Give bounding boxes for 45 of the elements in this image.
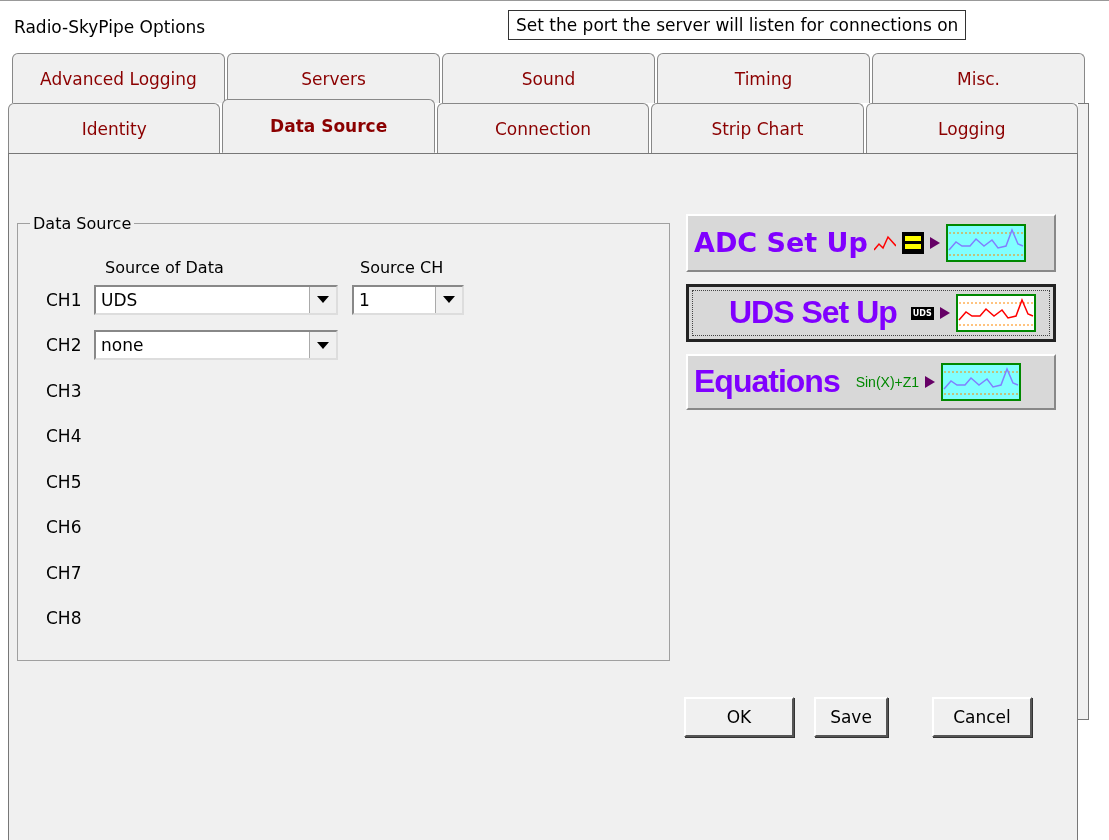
setup-button[interactable]: UDS Set Up UDS: [686, 284, 1056, 342]
tab[interactable]: Identity: [8, 103, 221, 153]
channel-label: CH1: [45, 289, 83, 310]
column-header: Source of Data: [105, 258, 225, 277]
chart-icon: [945, 224, 1026, 262]
column-header: Source CH: [360, 258, 444, 277]
channel-label: CH8: [45, 608, 83, 629]
source-dropdown[interactable]: none: [94, 330, 338, 361]
tab[interactable]: Advanced Logging: [12, 53, 225, 103]
formula-label: Sin(X)+Z1: [855, 374, 920, 390]
source-dropdown[interactable]: UDS: [94, 284, 338, 315]
tab[interactable]: Servers: [227, 53, 440, 103]
chart-icon: [941, 363, 1022, 401]
tooltip: Set the port the server will listen for connections on: [508, 10, 967, 40]
tab[interactable]: Strip Chart: [651, 103, 864, 153]
arrow-icon: [939, 307, 950, 319]
wave-icon: [873, 234, 896, 252]
caret-icon: [317, 296, 329, 304]
tab[interactable]: Data Source: [222, 99, 435, 153]
chart-icon: [955, 294, 1036, 332]
tab[interactable]: Logging: [865, 103, 1079, 153]
channel-label: CH2: [45, 335, 83, 356]
tab[interactable]: Sound: [442, 53, 655, 103]
source-ch-dropdown[interactable]: 1: [352, 284, 464, 315]
dialog-button[interactable]: OK: [684, 697, 794, 737]
setup-button[interactable]: Equations Sin(X)+Z1: [686, 354, 1056, 410]
setup-button[interactable]: ADC Set Up: [686, 214, 1056, 272]
group-title: Data Source: [32, 214, 133, 233]
window-title: Radio-SkyPipe Options: [14, 17, 206, 37]
chip-label: UDS: [910, 306, 934, 320]
arrow-icon: [929, 237, 940, 249]
tab[interactable]: Misc.: [872, 53, 1085, 103]
binary-chip-icon: [901, 232, 924, 254]
caret-icon: [317, 341, 329, 349]
channel-label: CH7: [45, 562, 83, 583]
channel-label: CH3: [45, 380, 83, 401]
dialog-button[interactable]: Save: [814, 697, 888, 737]
channel-label: CH5: [45, 471, 83, 492]
dialog-button[interactable]: Cancel: [932, 697, 1032, 737]
caret-icon: [443, 296, 455, 304]
arrow-icon: [925, 376, 936, 388]
tab[interactable]: Connection: [436, 103, 650, 153]
tab[interactable]: Timing: [657, 53, 870, 103]
channel-label: CH4: [45, 426, 83, 447]
channel-label: CH6: [45, 517, 83, 538]
